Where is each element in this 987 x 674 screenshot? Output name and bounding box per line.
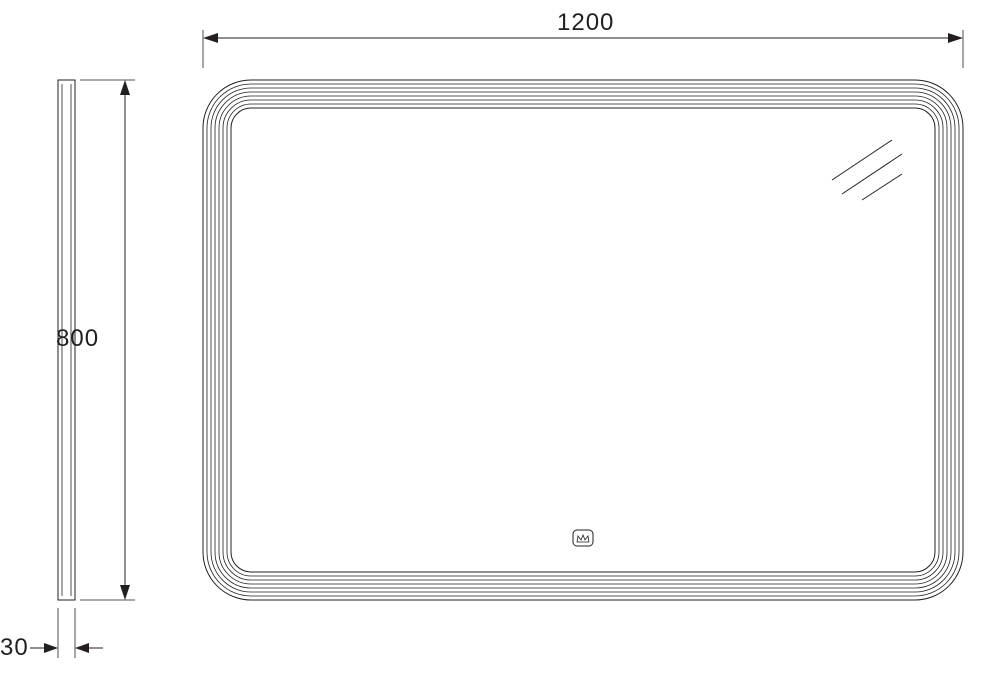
reflection-mark-icon [832, 140, 902, 200]
dimension-height: 800 [56, 80, 135, 600]
dimension-height-label: 800 [56, 325, 99, 352]
dimension-width: 1200 [203, 9, 963, 68]
dimension-depth-label: 30 [0, 634, 29, 661]
dimension-width-label: 1200 [557, 9, 614, 36]
front-view [203, 80, 963, 600]
dimension-depth: 30 [0, 608, 103, 661]
technical-drawing: 1200 800 30 [0, 0, 987, 674]
touch-sensor-icon [573, 530, 593, 546]
